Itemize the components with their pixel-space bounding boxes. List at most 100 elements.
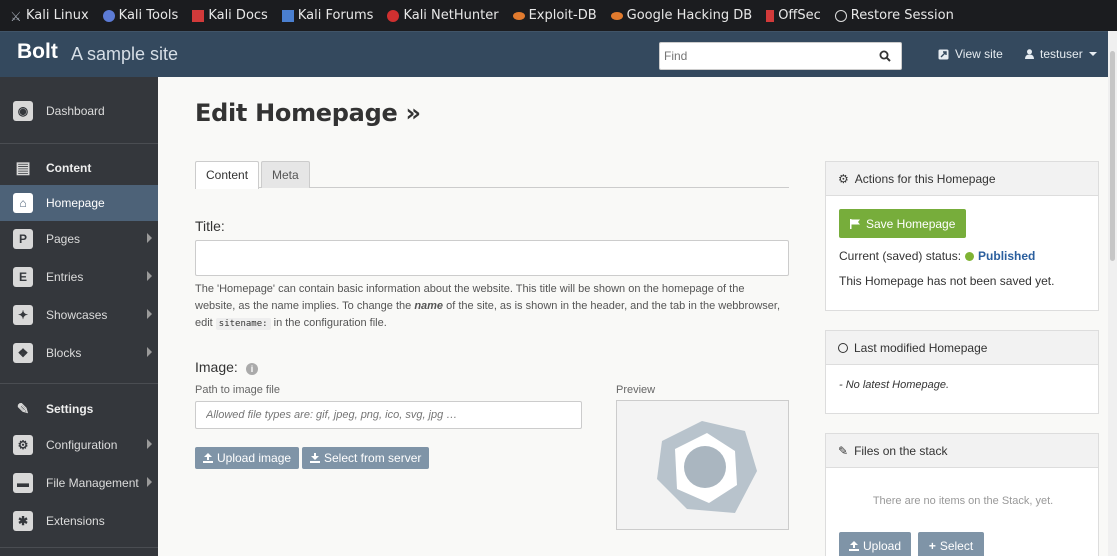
upload-image-button[interactable]: Upload image: [195, 447, 300, 469]
bookmarks-bar: ⚔ Kali Linux Kali Tools Kali Docs Kali Fo…: [0, 0, 1117, 31]
gift-icon: ✦: [13, 305, 33, 325]
title-label: Title:: [195, 218, 225, 234]
sidebar-item-file-management[interactable]: ▬ File Management: [0, 465, 158, 501]
gear-icon: ⚙: [838, 171, 849, 186]
user-menu[interactable]: testuser: [1025, 47, 1097, 61]
caret-down-icon: [1088, 52, 1097, 56]
image-label: Image:: [195, 359, 238, 375]
search-icon[interactable]: [879, 50, 891, 62]
paperclip-icon: ✎: [838, 443, 849, 458]
stack-panel-header: ✎ Files on the stack: [826, 434, 1098, 468]
kali-docs-icon: [192, 9, 205, 22]
page-scrollbar[interactable]: [1108, 31, 1117, 556]
kali-forums-icon: [281, 9, 294, 22]
chevron-right-icon: [147, 439, 152, 449]
site-name[interactable]: A sample site: [71, 44, 178, 65]
tab-content[interactable]: Content: [195, 161, 260, 189]
exploit-db-icon: [512, 11, 525, 20]
status-dot-icon: [965, 251, 975, 261]
actions-panel: ⚙ Actions for this Homepage Save Homepag…: [825, 161, 1099, 311]
sidebar-item-pages[interactable]: P Pages: [0, 221, 158, 257]
kali-dragon-icon: ⚔: [10, 9, 22, 25]
bookmark-restore-session[interactable]: Restore Session: [834, 8, 954, 23]
status-value[interactable]: Published: [978, 249, 1035, 263]
ghdb-icon: [610, 11, 623, 20]
tab-meta[interactable]: Meta: [261, 161, 310, 188]
stack-select-button[interactable]: + Select: [918, 532, 984, 556]
save-homepage-button[interactable]: Save Homepage: [839, 209, 967, 238]
bookmark-google-hacking-db[interactable]: Google Hacking DB: [610, 8, 752, 23]
folder-icon: ▬: [13, 473, 33, 493]
image-path-field: [195, 401, 582, 429]
bookmark-kali-docs[interactable]: Kali Docs: [192, 8, 268, 23]
cogs-icon: ⚙: [13, 435, 33, 455]
user-icon: [1025, 49, 1034, 59]
nethunter-icon: [387, 9, 400, 22]
brand-logo[interactable]: Bolt: [17, 40, 58, 64]
image-preview: [616, 400, 789, 530]
stack-upload-button[interactable]: Upload: [839, 532, 911, 556]
info-icon[interactable]: i: [246, 363, 258, 375]
sidebar-item-dashboard[interactable]: ◉ Dashboard: [0, 93, 158, 129]
bolt-logo-placeholder-icon: [657, 421, 757, 513]
kali-tools-icon: [102, 9, 115, 22]
bookmark-kali-tools[interactable]: Kali Tools: [102, 8, 178, 23]
sidebar-divider: [0, 383, 158, 384]
upload-icon: [848, 541, 859, 551]
path-label: Path to image file: [195, 384, 280, 396]
scrollbar-thumb[interactable]: [1110, 51, 1115, 261]
flag-icon: [850, 218, 860, 229]
wrench-icon: ✎: [16, 401, 30, 418]
chevron-right-icon: [147, 477, 152, 487]
search-input[interactable]: [664, 44, 864, 68]
sidebar-item-configuration[interactable]: ⚙ Configuration: [0, 427, 158, 463]
sidebar-item-homepage[interactable]: ⌂ Homepage: [0, 185, 158, 221]
no-latest-text: - No latest Homepage.: [839, 379, 950, 391]
status-line: Current (saved) status: Published: [839, 249, 1036, 263]
chevron-right-icon: [147, 233, 152, 243]
page-title: Edit Homepage »: [195, 99, 421, 127]
sidebar-item-entries[interactable]: E Entries: [0, 259, 158, 295]
blocks-icon: ❖: [13, 343, 33, 363]
home-icon: ⌂: [13, 193, 33, 213]
select-from-server-button[interactable]: Select from server: [302, 447, 430, 469]
chevron-right-icon: [147, 309, 152, 319]
editor-tabs: Content Meta: [195, 161, 789, 189]
stack-panel: ✎ Files on the stack There are no items …: [825, 433, 1099, 556]
extensions-icon: ✱: [13, 511, 33, 531]
image-path-input[interactable]: [206, 403, 576, 427]
sidebar-item-blocks[interactable]: ❖ Blocks: [0, 335, 158, 371]
sidebar-divider: [0, 143, 158, 144]
view-site-link[interactable]: View site: [938, 47, 1003, 61]
title-input[interactable]: [195, 240, 789, 276]
stack-empty-text: There are no items on the Stack, yet.: [872, 495, 1054, 507]
dashboard-icon: ◉: [13, 101, 33, 121]
bookmark-offsec[interactable]: OffSec: [766, 8, 821, 23]
plus-icon: +: [928, 539, 936, 553]
unsaved-note: This Homepage has not been saved yet.: [839, 274, 1055, 288]
offsec-icon: [766, 9, 775, 22]
upload-icon: [203, 453, 213, 463]
sidebar-item-extensions[interactable]: ✱ Extensions: [0, 503, 158, 539]
globe-icon: [834, 9, 847, 22]
search-box: [659, 42, 902, 70]
sidebar-item-showcases[interactable]: ✦ Showcases: [0, 297, 158, 333]
download-icon: [310, 453, 320, 463]
bookmark-kali-nethunter[interactable]: Kali NetHunter: [387, 8, 499, 23]
sidebar-divider: [0, 547, 158, 548]
last-modified-panel: Last modified Homepage - No latest Homep…: [825, 330, 1099, 414]
top-navbar: Bolt A sample site View site testuser: [0, 31, 1117, 77]
bookmark-kali-linux[interactable]: ⚔ Kali Linux: [10, 8, 89, 25]
last-modified-panel-header: Last modified Homepage: [826, 331, 1098, 365]
entries-icon: E: [13, 267, 33, 287]
main-content: Edit Homepage » Content Meta Title: The …: [158, 77, 1117, 556]
content-file-icon: ▤: [15, 160, 31, 177]
actions-panel-header: ⚙ Actions for this Homepage: [826, 162, 1098, 196]
chevron-right-icon: [147, 271, 152, 281]
sidebar-item-settings[interactable]: ✎ Settings: [0, 391, 158, 427]
bookmark-kali-forums[interactable]: Kali Forums: [281, 8, 373, 23]
title-help-text: The 'Homepage' can contain basic informa…: [195, 283, 780, 330]
sidebar: ◉ Dashboard ▤ Content ⌂ Homepage P Pages E En…: [0, 77, 158, 556]
sidebar-item-content[interactable]: ▤ Content: [0, 150, 158, 186]
bookmark-exploit-db[interactable]: Exploit-DB: [512, 8, 597, 23]
